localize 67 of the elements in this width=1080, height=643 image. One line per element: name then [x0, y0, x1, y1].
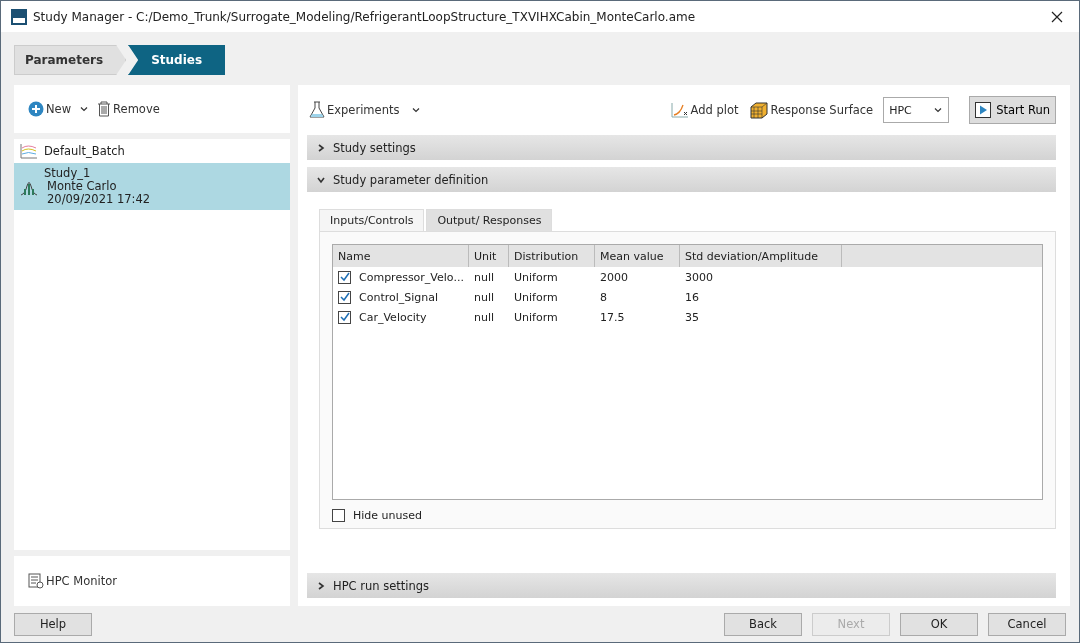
plot-icon [670, 102, 689, 118]
help-button[interactable]: Help [14, 612, 92, 636]
section-header[interactable]: Study settings [307, 135, 1056, 160]
table-cell-text: null [473, 270, 496, 284]
caret-icon [79, 104, 90, 114]
table-cell-text: Uniform [513, 270, 559, 284]
table-cell-text: null [473, 290, 496, 304]
column-header[interactable]: Distribution [509, 245, 595, 267]
column-header[interactable]: Mean value [595, 245, 680, 267]
column-header[interactable]: Name [333, 245, 469, 267]
check-icon [339, 292, 350, 302]
table-cell-text: 3000 [684, 270, 714, 284]
checkbox[interactable] [338, 290, 351, 304]
trash-icon [97, 101, 112, 117]
play-icon [975, 102, 992, 118]
table-cell-text: 35 [684, 310, 700, 324]
column-header[interactable]: Std deviation/Amplitude [680, 245, 842, 267]
column-header[interactable]: Unit [469, 245, 509, 267]
breadcrumb-step[interactable]: Parameters [14, 45, 127, 75]
table-cell-text: Uniform [513, 290, 559, 304]
new-button[interactable]: New [26, 99, 74, 119]
study-item[interactable]: Study_1 Monte Carlo 20/09/2021 17:42 [14, 163, 290, 210]
remove-button[interactable]: Remove [95, 99, 162, 119]
study-text: Default_Batch [44, 144, 125, 158]
plus-icon [28, 101, 44, 117]
flask-icon [309, 101, 325, 119]
footer-button[interactable]: OK [900, 612, 978, 636]
chevron-down-icon [933, 105, 944, 115]
checkbox[interactable] [338, 270, 351, 284]
section-header[interactable]: Study parameter definition [307, 167, 1056, 192]
table-cell-text: 2000 [599, 270, 629, 284]
response-surface-button[interactable]: Response Surface [748, 99, 876, 121]
breadcrumb-step[interactable]: Studies [128, 45, 226, 75]
start-run-button[interactable]: Start Run [969, 96, 1056, 124]
study-text: 20/09/2021 17:42 [46, 193, 151, 206]
table-cell: Compressor_Velo... [359, 270, 464, 284]
table-cell: Control_Signal [359, 290, 439, 304]
chart-lines-icon [20, 143, 38, 159]
table-cell: Car_Velocity [359, 310, 427, 324]
monitor-list-icon [28, 573, 44, 589]
section-header[interactable]: HPC run settings [307, 573, 1056, 598]
footer-button[interactable]: Back [724, 612, 802, 636]
tab[interactable]: Output/ Responses [426, 209, 553, 231]
table-cell-text: 16 [684, 290, 700, 304]
app-logo-icon [11, 8, 27, 25]
cube-grid-icon [750, 101, 769, 119]
checkbox[interactable] [338, 310, 351, 324]
table-cell-text: 17.5 [599, 310, 626, 324]
experiments-button[interactable]: Experiments [307, 99, 402, 121]
footer-button[interactable]: Cancel [988, 612, 1066, 636]
table-cell-text: null [473, 310, 496, 324]
add-plot-button[interactable]: Add plot [668, 100, 741, 120]
table-cell-text: 8 [599, 290, 608, 304]
study-item[interactable]: Default_Batch [14, 139, 290, 163]
checkbox-label: Hide unused [353, 509, 422, 522]
tab[interactable]: Inputs/Controls [319, 209, 425, 231]
window-title: Study Manager - C:/Demo_Trunk/Surrogate_Modeling/RefrigerantLoopStructure_TXVIHXCabin_MonteCarlo.ame [33, 9, 697, 24]
target-dropdown[interactable]: HPC [883, 97, 950, 123]
check-icon [339, 272, 350, 282]
study-text: Monte Carlo [47, 180, 118, 193]
checkbox[interactable] [332, 509, 345, 522]
check-icon [339, 312, 350, 322]
table-cell-text: Uniform [513, 310, 559, 324]
close-icon [1051, 10, 1063, 23]
hpc-monitor-button[interactable]: HPC Monitor [26, 571, 119, 591]
study-text: Study_1 [44, 167, 92, 180]
caret-icon [411, 105, 422, 115]
